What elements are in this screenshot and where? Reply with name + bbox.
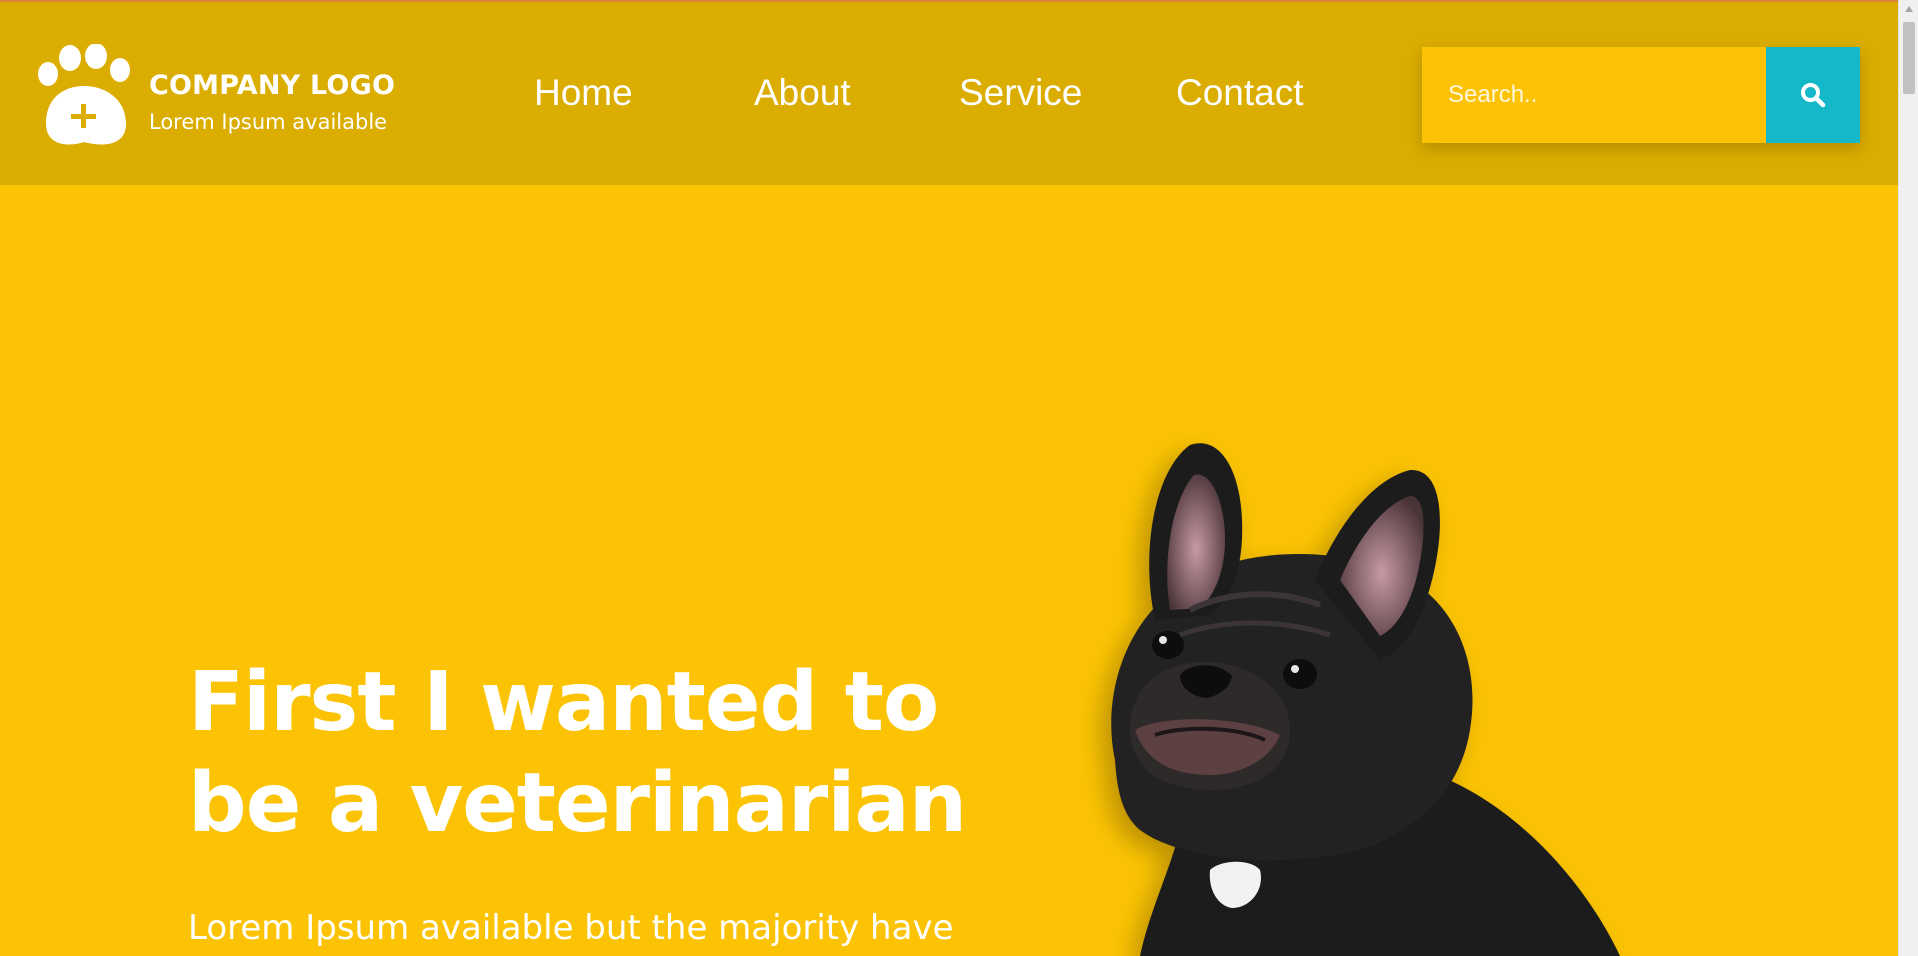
search-icon — [1801, 83, 1826, 108]
hero-text: Lorem Ipsum available but the majority h… — [188, 908, 954, 948]
search-input[interactable] — [1422, 47, 1766, 143]
hero-title: First I wanted to be a veterinarian — [188, 655, 967, 851]
nav-about[interactable]: About — [754, 72, 851, 114]
scroll-thumb[interactable] — [1903, 22, 1915, 94]
site-header: COMPANY LOGO Lorem Ipsum available Home … — [0, 2, 1898, 185]
search-button[interactable] — [1766, 47, 1860, 143]
search-box — [1422, 47, 1860, 143]
logo-title: COMPANY LOGO — [149, 70, 396, 101]
french-bulldog-image — [1111, 443, 1620, 956]
nav-home[interactable]: Home — [534, 72, 633, 114]
paw-plus-icon — [38, 44, 130, 145]
logo-subtitle: Lorem Ipsum available — [149, 110, 388, 134]
company-logo[interactable]: COMPANY LOGO Lorem Ipsum available — [36, 44, 416, 150]
scroll-up-button[interactable] — [1899, 0, 1918, 18]
nav-service[interactable]: Service — [959, 72, 1082, 114]
vertical-scrollbar[interactable] — [1898, 0, 1918, 956]
scroll-up-arrow-icon — [1905, 6, 1913, 12]
nav-contact[interactable]: Contact — [1176, 72, 1304, 114]
